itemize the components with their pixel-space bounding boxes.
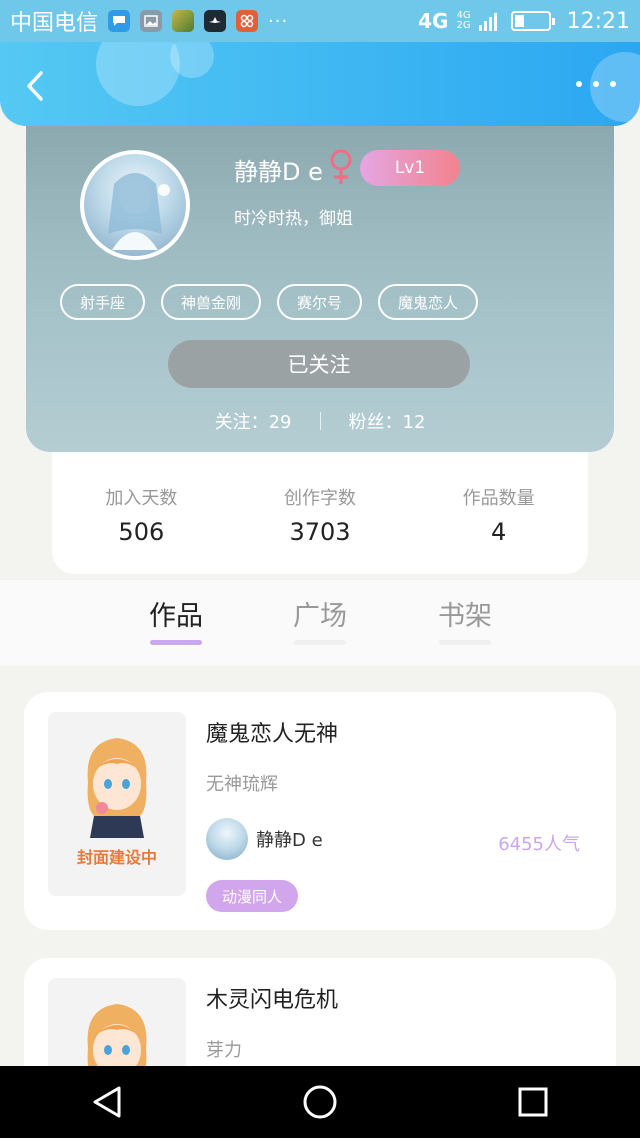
stat-label: 创作字数 [283,488,356,509]
interest-tag[interactable]: 赛尔号 [277,284,363,320]
decor-bubble [170,42,214,78]
work-title[interactable]: 木灵闪电危机 [206,982,338,1014]
stat-work-count: 作品数量 4 [419,484,579,574]
system-nav-bar [0,1066,640,1138]
back-button[interactable] [18,66,52,106]
stat-label: 加入天数 [105,488,178,509]
fans-count[interactable]: 粉丝：12 [349,408,426,434]
chat-icon [108,10,131,32]
stat-label: 作品数量 [462,488,535,509]
top-header [0,42,640,126]
signal-icon [478,11,497,31]
follow-button[interactable]: 已关注 [168,340,470,388]
more-notifications-icon: ··· [268,10,289,32]
female-icon [330,149,352,184]
work-title[interactable]: 魔鬼恋人无神 [206,716,338,748]
content-tabs: 作品 广场 书架 [0,580,640,666]
level-badge: Lv1 [360,150,460,186]
stat-join-days: 加入天数 506 [61,484,221,574]
interest-tags: 射手座 神兽金刚 赛尔号 魔鬼恋人 [60,284,479,320]
user-nickname: 静静D e [234,158,323,186]
author-row[interactable]: 静静D e [206,818,323,860]
clock: 12:21 [566,8,630,34]
network-type: 4G [418,9,449,33]
tab-indicator [150,640,202,645]
popularity-count: 6455人气 [498,834,580,855]
triangle-back-icon [93,1086,121,1118]
work-subtitle: 芽力 [206,1040,242,1061]
interest-tag[interactable]: 神兽金刚 [161,284,262,320]
nav-back-button[interactable] [77,1072,137,1132]
profile-card: 静静D e Lv1 时冷时热，御姐 射手座 神兽金刚 赛尔号 魔鬼恋人 已关注 … [26,110,614,452]
game-icon [172,10,195,32]
decor-bubble [96,42,180,106]
dot-icon [593,81,599,87]
chevron-left-icon [27,71,43,101]
work-card[interactable]: 封面建设中 魔鬼恋人无神 无神琉辉 静静D e 6455人气 动漫同人 [24,692,616,930]
battery-icon [510,11,555,31]
following-count[interactable]: 关注：29 [215,408,292,434]
more-options-button[interactable] [576,72,616,96]
work-cover[interactable]: 封面建设中 [48,712,186,896]
nav-recents-button[interactable] [503,1072,563,1132]
genre-badge[interactable]: 动漫同人 [206,880,299,912]
user-signature: 时冷时热，御姐 [234,209,353,229]
author-avatar [206,818,248,860]
user-avatar[interactable] [80,150,190,260]
dot-icon [576,81,582,87]
interest-tag[interactable]: 魔鬼恋人 [378,284,479,320]
stat-word-count: 创作字数 3703 [240,484,400,574]
gallery-icon [140,10,163,32]
bird-icon [204,10,227,32]
carrier-name: 中国电信 [10,11,99,36]
app-icon [236,10,259,32]
tab-indicator [439,640,491,645]
divider [319,412,321,430]
network-small: 4G 2G [456,10,471,31]
nav-home-button[interactable] [290,1072,350,1132]
square-recents-icon [518,1087,548,1117]
tab-works[interactable]: 作品 [146,594,206,633]
stat-value: 4 [491,518,507,546]
tab-bookshelf[interactable]: 书架 [435,594,495,633]
stat-value: 3703 [289,518,351,546]
circle-home-icon [303,1085,337,1119]
tab-plaza[interactable]: 广场 [290,594,350,633]
placeholder-character-icon [87,738,147,838]
author-name: 静静D e [256,830,323,851]
work-subtitle: 无神琉辉 [206,774,278,795]
stat-value: 506 [118,518,165,546]
follow-stats: 关注：29 粉丝：12 [26,408,614,434]
tab-indicator [294,640,346,645]
cover-placeholder-text: 封面建设中 [76,848,157,867]
dot-icon [610,81,616,87]
stats-card: 加入天数 506 创作字数 3703 作品数量 4 [52,440,588,574]
status-bar: 中国电信 ··· 4G 4G 2G 12:21 [0,0,640,42]
interest-tag[interactable]: 射手座 [60,284,146,320]
